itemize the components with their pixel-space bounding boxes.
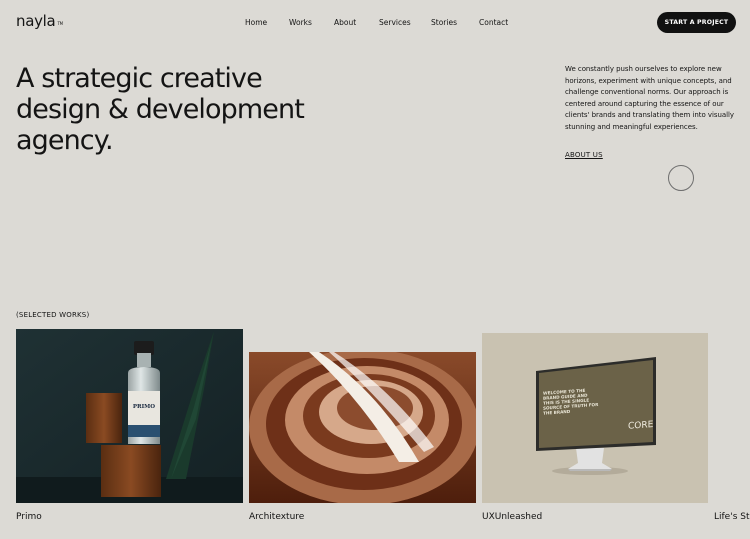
nav-works[interactable]: Works	[289, 18, 312, 27]
nav-about[interactable]: About	[334, 18, 356, 27]
work-title-uxunleashed[interactable]: UXUnleashed	[482, 512, 542, 522]
primo-bottle-image: PRIMO	[16, 329, 243, 503]
scroll-circle-icon[interactable]	[668, 165, 694, 191]
work-card-architexture[interactable]	[249, 352, 476, 503]
start-project-button[interactable]: START A PROJECT	[657, 12, 736, 33]
nav-services[interactable]: Services	[379, 18, 411, 27]
nav-contact[interactable]: Contact	[479, 18, 508, 27]
about-us-link[interactable]: ABOUT US	[565, 151, 603, 159]
work-title-lifes-stories[interactable]: Life's Stories	[714, 512, 750, 522]
headline-line-2: design & development	[16, 94, 305, 125]
work-title-architexture[interactable]: Architexture	[249, 512, 304, 522]
work-card-uxunleashed[interactable]: WELCOME TO THE BRAND GUIDE AND THIS IS T…	[482, 333, 708, 503]
architecture-image	[249, 352, 476, 503]
nav-stories[interactable]: Stories	[431, 18, 457, 27]
headline-line-1: A strategic creative	[16, 63, 263, 94]
screen-logo-text: CORE	[628, 420, 654, 432]
hero-headline: A strategic creative design & developmen…	[16, 63, 316, 156]
work-title-primo[interactable]: Primo	[16, 512, 42, 522]
main-nav: Home Works About Services Stories Contac…	[0, 18, 750, 30]
selected-works-label: (SELECTED WORKS)	[16, 311, 90, 319]
monitor-mockup-image: WELCOME TO THE BRAND GUIDE AND THIS IS T…	[482, 333, 708, 503]
bottle-label-text: PRIMO	[133, 404, 155, 410]
hero-intro: We constantly push ourselves to explore …	[565, 65, 734, 131]
work-card-primo[interactable]: PRIMO	[16, 329, 243, 503]
headline-line-3: agency.	[16, 125, 114, 156]
nav-home[interactable]: Home	[245, 18, 267, 27]
